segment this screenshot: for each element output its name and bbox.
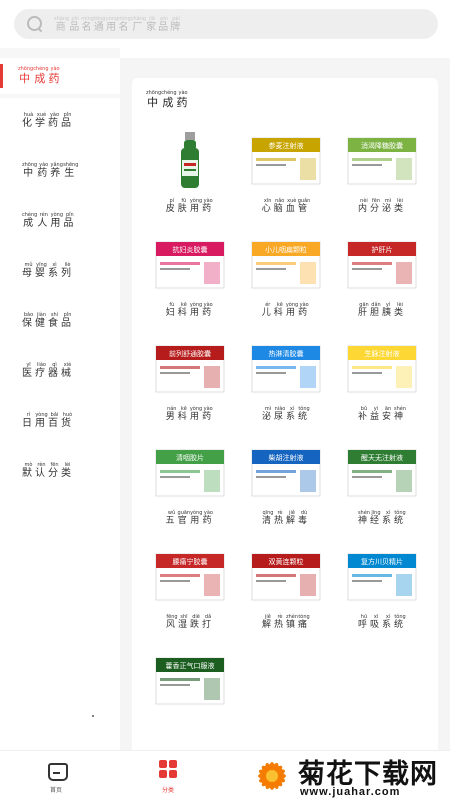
product-image: 小儿咽扁颗粒 [250,236,322,292]
product-image: 柴胡注射液 [250,444,322,500]
product-box-text: 生脉注射液 [365,349,400,358]
category-label: 风fēng湿shī跌diē打dǎ [165,614,215,630]
sidebar-item-2[interactable]: 成chéng人rén用yòng品pǐn [22,212,76,229]
category-icon [158,759,178,779]
product-box-text: 抗妇炎胶囊 [173,245,208,254]
category-label: 心xīn脑nǎo血xuè管guǎn [261,198,311,214]
product-box-text: 柴胡注射液 [269,453,304,462]
product-image: 前列舒通胶囊 [154,340,226,396]
product-image: 醒天无注射液 [346,444,418,500]
product-box-text: 腰痛宁胶囊 [173,557,208,566]
product-box-text: 参麦注射液 [269,141,304,150]
product-image: 藿香正气口服液 [154,652,226,708]
search-bar[interactable]: 商shāng品pǐn名míng通tōng用yòng名míng厂chǎng家jiā… [14,9,438,39]
category-label: 皮pí肤fū用yòng药yào [165,198,215,214]
category-sidebar: 中zhōng成chéng药yào 化huà学xué药yào品pǐn 中zhōng药… [0,48,120,750]
tab-home[interactable]: 首页 [31,759,81,794]
divider-dot [92,715,94,717]
watermark-logo: 菊花下载网 www.juahar.com [246,752,450,800]
product-image: 消渴降糖胶囊 [346,132,418,188]
category-label: 内nèi分fēn泌mì类lèi [357,198,407,214]
tab-home-label: 首页 [49,787,62,794]
search-placeholder[interactable]: 商shāng品pǐn名míng通tōng用yòng名míng厂chǎng家jiā… [54,16,182,33]
category-label: 妇fù科kē用yòng药yào [165,302,215,318]
product-box-text: 护肝片 [372,245,393,254]
category-label: 男nán科kē用yòng药yào [165,406,215,422]
sidebar-item-label: 中zhōng成chéng药yào [18,66,62,85]
category-label: 补bǔ益yì安ān神shén [357,406,407,422]
product-image: 清咽胶片 [154,444,226,500]
sidebar-list: 化huà学xué药yào品pǐn 中zhōng药yào养yǎng生shēng 成ch… [0,98,120,750]
sidebar-item-3[interactable]: 母mǔ婴yīng系xì列liè [22,262,74,279]
home-icon [46,759,68,781]
sidebar-item-active[interactable]: 中zhōng成chéng药yào [0,58,120,94]
sidebar-item-6[interactable]: 日rì用yòng百bǎi货huò [22,412,74,429]
tab-category-label: 分类 [161,787,174,794]
product-image: 腰痛宁胶囊 [154,548,226,604]
chrysanthemum-icon [258,762,286,790]
product-image: 热淋清胶囊 [250,340,322,396]
subcategory-panel: 中zhōng成chéng药yào 皮pí肤fū用yòng药yào 参麦注射液心xī… [132,78,438,758]
product-box-text: 清咽胶片 [176,453,204,462]
category-label: 清qīng热rè解jiě毒dú [261,510,311,526]
active-indicator [0,64,3,88]
category-label: 神shén经jīng系xì统tǒng [357,510,407,526]
sidebar-item-4[interactable]: 保bǎo健jiàn食shí品pǐn [22,312,74,329]
product-box-text: 前列舒通胶囊 [169,349,211,358]
sidebar-item-0[interactable]: 化huà学xué药yào品pǐn [22,112,74,129]
product-image: 抗妇炎胶囊 [154,236,226,292]
category-label: 肝gān胆dǎn胰yí类lèi [357,302,407,318]
product-image: 生脉注射液 [346,340,418,396]
panel-title: 中zhōng成chéng药yào [146,90,190,109]
product-image: 复方川贝精片 [346,548,418,604]
tab-category[interactable]: 分类 [143,759,193,794]
category-label: 泌mì尿niào系xì统tǒng [261,406,311,422]
product-box-text: 小儿咽扁颗粒 [265,245,307,254]
product-box-text: 复方川贝精片 [361,557,403,566]
category-label: 儿ér科kē用yòng药yào [261,302,311,318]
product-box-text: 热淋清胶囊 [269,349,304,358]
watermark-url: www.juahar.com [300,786,401,798]
app-screen: 商shāng品pǐn名míng通tōng用yòng名míng厂chǎng家jiā… [0,0,450,800]
product-box-text: 双黄连颗粒 [269,557,304,566]
sidebar-item-5[interactable]: 医yī疗liáo器qì械xiè [22,362,74,379]
product-box-text: 藿香正气口服液 [166,661,215,670]
product-image: 双黄连颗粒 [250,548,322,604]
product-box-text: 消渴降糖胶囊 [361,141,403,150]
search-icon [26,15,44,33]
category-label: 呼hū吸xī系xì统tǒng [357,614,407,630]
category-label: 五wǔ官guān用yòng药yào [165,510,215,526]
product-box-text: 醒天无注射液 [361,453,403,462]
product-image: 护肝片 [346,236,418,292]
category-label: 解jiě热rè镇zhèn痛tòng [261,614,311,630]
product-image: 参麦注射液 [250,132,322,188]
sidebar-item-1[interactable]: 中zhōng药yào养yǎng生shēng [22,162,78,179]
sidebar-item-7[interactable]: 默mò认rèn分fēn类lèi [22,462,74,479]
product-image [154,132,226,188]
